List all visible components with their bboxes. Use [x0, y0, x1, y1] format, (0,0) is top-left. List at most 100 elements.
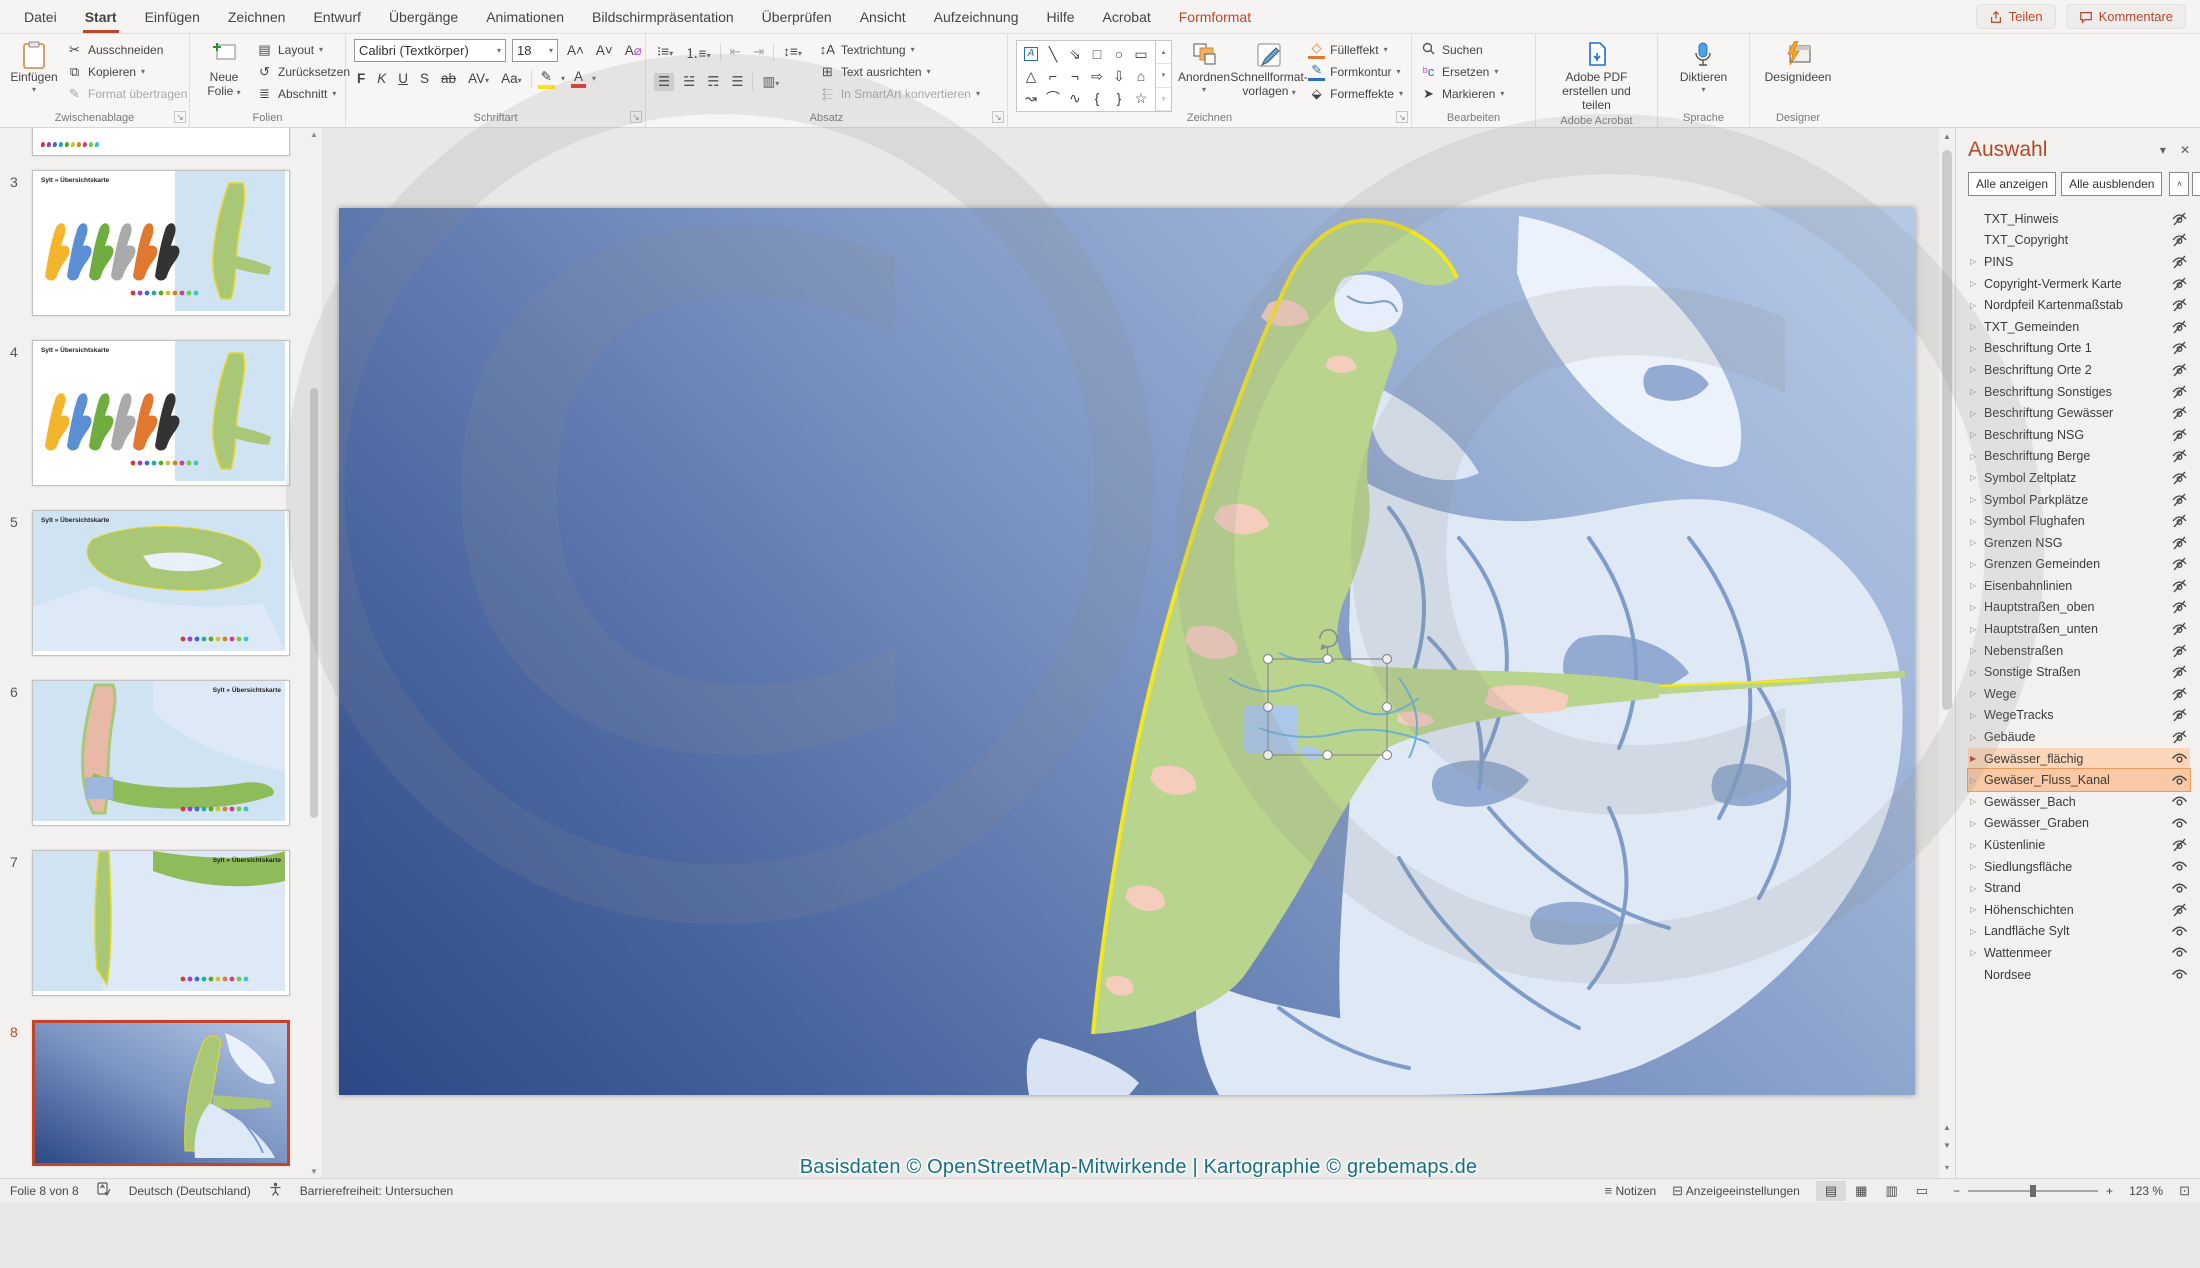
layer-item-Nebenstraßen[interactable]: ▷ Nebenstraßen [1968, 640, 2190, 662]
copy-button[interactable]: ⧉ Kopieren ▾ [66, 61, 187, 82]
shape-glyph-3[interactable]: ○ [1108, 43, 1130, 65]
expand-triangle-icon[interactable]: ▷ [1970, 560, 1984, 569]
eye-hidden-icon[interactable] [2168, 341, 2190, 355]
section-button[interactable]: ≣ Abschnitt ▾ [256, 83, 350, 104]
pane-dropdown-icon[interactable]: ▾ [2160, 143, 2166, 157]
eye-hidden-icon[interactable] [2168, 277, 2190, 291]
replace-button[interactable]: ᵇc Ersetzen ▾ [1420, 61, 1504, 82]
shape-glyph-14[interactable]: { [1086, 87, 1108, 109]
paragraph-dialog-launcher[interactable]: ↘ [992, 111, 1004, 123]
align-left-button[interactable]: ☰ [654, 72, 675, 91]
slide-thumbnail-3[interactable]: Sylt » Übersichtskarte [32, 170, 290, 316]
find-button[interactable]: Suchen [1420, 39, 1504, 60]
reset-button[interactable]: ↺ Zurücksetzen [256, 61, 350, 82]
tab-animationen[interactable]: Animationen [472, 0, 578, 33]
select-button[interactable]: ➤ Markieren ▾ [1420, 83, 1504, 104]
shape-glyph-6[interactable]: ⌐ [1042, 65, 1064, 87]
italic-button[interactable]: K [374, 71, 389, 86]
font-size-combo[interactable]: 18 ▾ [512, 39, 558, 62]
eye-visible-icon[interactable] [2168, 860, 2190, 873]
layer-item-Nordpfeil Kartenmaßstab[interactable]: ▷ Nordpfeil Kartenmaßstab [1968, 294, 2190, 316]
eye-hidden-icon[interactable] [2168, 514, 2190, 528]
show-all-button[interactable]: Alle anzeigen [1968, 172, 2057, 196]
font-family-combo[interactable]: Calibri (Textkörper) ▾ [354, 39, 506, 62]
layer-item-Strand[interactable]: ▷ Strand [1968, 877, 2190, 899]
eye-hidden-icon[interactable] [2168, 708, 2190, 722]
layer-item-PINS[interactable]: ▷ PINS [1968, 251, 2190, 273]
fit-to-window-icon[interactable]: ⊡ [2179, 1183, 2190, 1199]
view-normal-button[interactable]: ▤ [1815, 1180, 1847, 1201]
layer-item-Wattenmeer[interactable]: ▷ Wattenmeer [1968, 942, 2190, 964]
expand-triangle-icon[interactable]: ▷ [1970, 301, 1984, 310]
tab-datei[interactable]: Datei [10, 0, 71, 33]
zoom-out-button[interactable]: − [1953, 1184, 1960, 1198]
increase-indent-button[interactable]: ⇥ [750, 44, 767, 60]
eye-hidden-icon[interactable] [2168, 622, 2190, 636]
layer-item-Beschriftung Gewässer[interactable]: ▷ Beschriftung Gewässer [1968, 402, 2190, 424]
arrange-button[interactable]: Anordnen ▾ [1178, 38, 1230, 97]
eye-hidden-icon[interactable] [2168, 644, 2190, 658]
slide-2-thumbnail-partial[interactable] [32, 128, 290, 156]
spellcheck-icon[interactable] [97, 1182, 111, 1199]
expand-triangle-icon[interactable]: ▷ [1970, 365, 1984, 374]
layer-item-Höhenschichten[interactable]: ▷ Höhenschichten [1968, 899, 2190, 921]
share-button[interactable]: Teilen [1975, 4, 2056, 29]
slide-thumbnail-4[interactable]: Sylt » Übersichtskarte [32, 340, 290, 486]
expand-triangle-icon[interactable]: ▷ [1970, 689, 1984, 698]
zoom-level[interactable]: 123 % [2129, 1184, 2163, 1198]
thumbnail-scrollbar[interactable]: ▲ ▼ [308, 128, 320, 1178]
eye-visible-icon[interactable] [2168, 795, 2190, 808]
eye-hidden-icon[interactable] [2168, 471, 2190, 485]
eye-visible-icon[interactable] [2168, 968, 2190, 981]
cut-button[interactable]: ✂ Ausschneiden [66, 39, 187, 60]
view-slideshow-button[interactable]: ▭ [1907, 1181, 1937, 1201]
layer-item-Symbol Parkplätze[interactable]: ▷ Symbol Parkplätze [1968, 489, 2190, 511]
eye-hidden-icon[interactable] [2168, 363, 2190, 377]
eye-hidden-icon[interactable] [2168, 557, 2190, 571]
clipboard-dialog-launcher[interactable]: ↘ [174, 111, 186, 123]
shape-glyph-16[interactable]: ☆ [1130, 87, 1152, 109]
layer-item-TXT_Copyright[interactable]: TXT_Copyright [1968, 230, 2190, 252]
shape-effects-button[interactable]: ⬙ Formeffekte ▾ [1308, 83, 1403, 104]
eye-visible-icon[interactable] [2168, 946, 2190, 959]
shape-glyph-8[interactable]: ⇨ [1086, 65, 1108, 87]
expand-triangle-icon[interactable]: ▷ [1970, 668, 1984, 677]
line-spacing-button[interactable]: ↕≡▾ [780, 44, 805, 59]
layer-item-Beschriftung Orte 1[interactable]: ▷ Beschriftung Orte 1 [1968, 338, 2190, 360]
eye-hidden-icon[interactable] [2168, 428, 2190, 442]
eye-visible-icon[interactable] [2168, 882, 2190, 895]
layer-item-Wege[interactable]: ▷ Wege [1968, 683, 2190, 705]
layer-item-Gebäude[interactable]: ▷ Gebäude [1968, 726, 2190, 748]
layer-item-Gewässer_flächig[interactable]: ▶ Gewässer_flächig [1968, 747, 2190, 770]
tab-zeichnen[interactable]: Zeichnen [214, 0, 300, 33]
quick-styles-button[interactable]: Schnellformat-vorlagen ▾ [1230, 38, 1308, 102]
slide-thumbnail-5[interactable]: Sylt » Übersichtskarte [32, 510, 290, 656]
tab-entwurf[interactable]: Entwurf [299, 0, 374, 33]
slide-thumbnail-8[interactable] [32, 1020, 290, 1166]
shape-glyph-13[interactable]: ∿ [1064, 87, 1086, 109]
grow-font-button[interactable]: A˄ [564, 43, 587, 58]
expand-triangle-icon[interactable]: ▷ [1970, 646, 1984, 655]
layer-item-Beschriftung NSG[interactable]: ▷ Beschriftung NSG [1968, 424, 2190, 446]
shape-glyph-10[interactable]: ⌂ [1130, 65, 1152, 87]
strikethrough-button[interactable]: ab [438, 71, 459, 86]
eye-hidden-icon[interactable] [2168, 493, 2190, 507]
shape-fill-button[interactable]: ◇ Fülleffekt ▾ [1308, 39, 1403, 60]
expand-triangle-icon[interactable]: ▷ [1970, 387, 1984, 396]
layer-item-Nordsee[interactable]: Nordsee [1968, 964, 2190, 986]
dictate-button[interactable]: Diktieren ▾ [1674, 38, 1733, 97]
layer-item-Symbol Zeltplatz[interactable]: ▷ Symbol Zeltplatz [1968, 467, 2190, 489]
expand-triangle-icon[interactable]: ▶ [1970, 754, 1984, 763]
align-text-button[interactable]: ⊞ Text ausrichten ▾ [819, 61, 980, 82]
text-direction-button[interactable]: ↕A Textrichtung ▾ [819, 39, 980, 60]
tab-start[interactable]: Start [71, 0, 131, 33]
layer-item-Landfläche Sylt[interactable]: ▷ Landfläche Sylt [1968, 921, 2190, 943]
layer-item-Gewässer_Graben[interactable]: ▷ Gewässer_Graben [1968, 813, 2190, 835]
comments-button[interactable]: Kommentare [2065, 4, 2186, 29]
layer-item-WegeTracks[interactable]: ▷ WegeTracks [1968, 705, 2190, 727]
highlight-color-button[interactable]: ✎ [537, 69, 555, 89]
eye-hidden-icon[interactable] [2168, 536, 2190, 550]
expand-triangle-icon[interactable]: ▷ [1970, 473, 1984, 482]
shape-glyph-9[interactable]: ⇩ [1108, 65, 1130, 87]
tab-acrobat[interactable]: Acrobat [1089, 0, 1165, 33]
